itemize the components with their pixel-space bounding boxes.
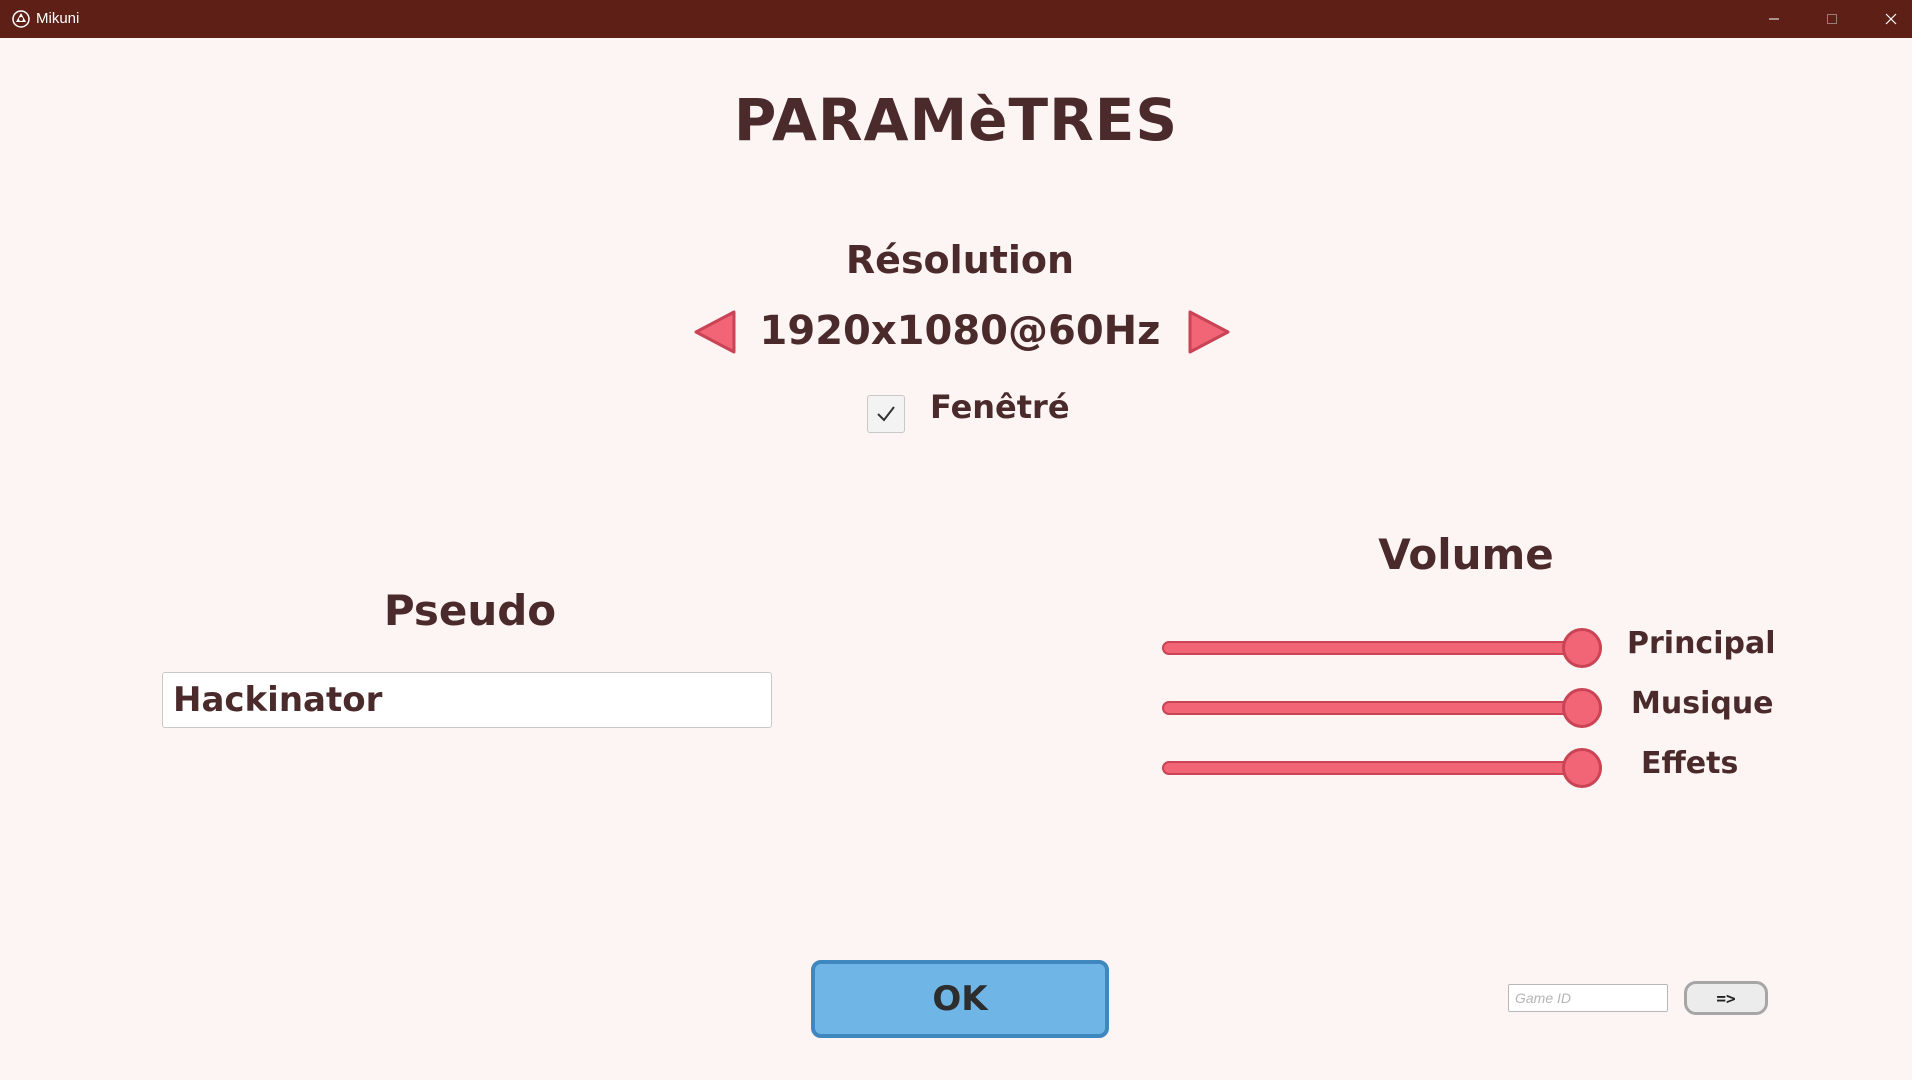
close-icon bbox=[1885, 13, 1897, 25]
volume-slider-principal[interactable] bbox=[1162, 628, 1602, 668]
windowed-checkbox[interactable] bbox=[867, 395, 905, 433]
maximize-button[interactable] bbox=[1803, 0, 1861, 38]
volume-title: Volume bbox=[1378, 530, 1554, 579]
pseudo-title: Pseudo bbox=[383, 586, 557, 635]
unity-icon bbox=[12, 10, 30, 28]
checkmark-icon bbox=[877, 406, 895, 422]
resolution-next-button[interactable] bbox=[1184, 308, 1232, 356]
volume-slider-effets[interactable] bbox=[1162, 748, 1602, 788]
window-title: Mikuni bbox=[36, 10, 80, 27]
maximize-icon bbox=[1827, 14, 1837, 24]
slider-track bbox=[1162, 701, 1602, 715]
settings-panel: PARAMèTRES Résolution 1920x1080@60Hz Fen… bbox=[0, 38, 1912, 1080]
resolution-value: 1920x1080@60Hz bbox=[759, 308, 1161, 354]
ok-button[interactable]: OK bbox=[811, 960, 1109, 1038]
windowed-label: Fenêtré bbox=[930, 388, 1070, 426]
volume-label-principal: Principal bbox=[1627, 626, 1776, 661]
slider-thumb[interactable] bbox=[1562, 628, 1602, 668]
game-id-input[interactable] bbox=[1508, 984, 1668, 1012]
slider-thumb[interactable] bbox=[1562, 688, 1602, 728]
minimize-button[interactable] bbox=[1745, 0, 1803, 38]
page-title: PARAMèTRES bbox=[733, 86, 1179, 154]
volume-slider-musique[interactable] bbox=[1162, 688, 1602, 728]
resolution-prev-button[interactable] bbox=[692, 308, 740, 356]
close-button[interactable] bbox=[1862, 0, 1912, 38]
join-game-button[interactable]: => bbox=[1684, 981, 1768, 1015]
arrow-right-icon bbox=[1188, 310, 1230, 354]
volume-label-musique: Musique bbox=[1631, 686, 1774, 721]
app-window: Mikuni PARAMèTRES Résolution 1920x1080@6… bbox=[0, 0, 1912, 1080]
resolution-title: Résolution bbox=[845, 238, 1075, 282]
volume-label-effets: Effets bbox=[1641, 746, 1739, 781]
arrow-left-icon bbox=[694, 310, 736, 354]
title-bar[interactable]: Mikuni bbox=[0, 0, 1912, 38]
slider-track bbox=[1162, 761, 1602, 775]
slider-track bbox=[1162, 641, 1602, 655]
minimize-icon bbox=[1769, 18, 1779, 20]
slider-thumb[interactable] bbox=[1562, 748, 1602, 788]
pseudo-input[interactable] bbox=[162, 672, 772, 728]
